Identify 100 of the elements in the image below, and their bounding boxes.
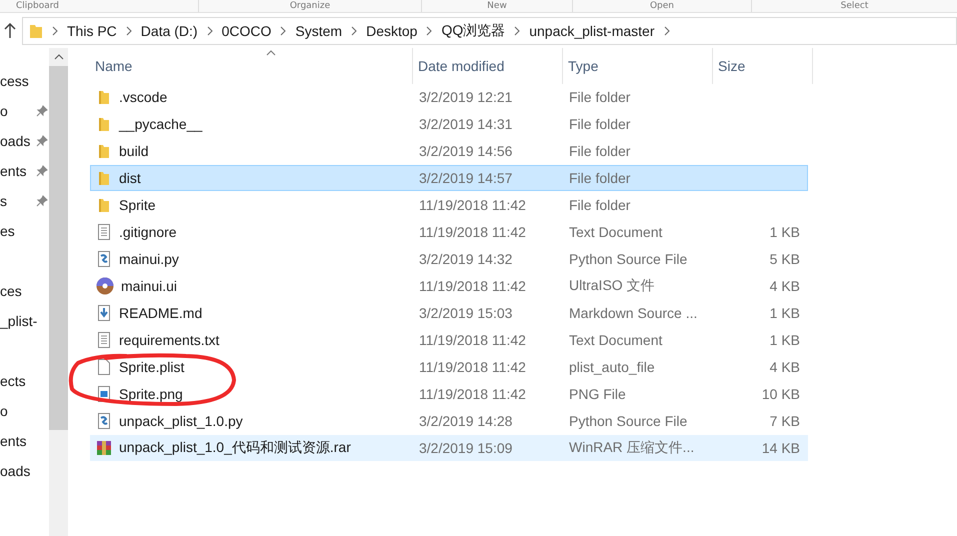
sidebar-item[interactable]: s [0, 193, 7, 209]
folder-icon [96, 197, 112, 213]
date-modified: 11/19/2018 11:42 [419, 278, 526, 294]
column-header[interactable]: Date modified [413, 48, 563, 84]
date-modified: 3/2/2019 14:28 [419, 413, 512, 429]
breadcrumb[interactable]: QQ浏览器 [441, 22, 506, 40]
scroll-up-icon[interactable] [54, 54, 64, 60]
address-bar[interactable]: This PC Data (D:) 0COCO System Desktop QQ浏览器 unpack_plist-master [22, 17, 957, 45]
scrollbar-thumb[interactable] [49, 66, 68, 430]
file-row[interactable]: README.md 3/2/2019 15:03 Markdown Source ... 1 KB [90, 300, 808, 326]
sidebar-item[interactable]: ents [0, 433, 26, 449]
ribbon-group-label: Open [573, 0, 752, 12]
file-type: Python Source File [569, 413, 688, 429]
breadcrumb[interactable]: unpack_plist-master [529, 23, 654, 39]
sidebar-item[interactable]: es [0, 223, 15, 239]
file-type: File folder [569, 197, 630, 213]
breadcrumb[interactable]: 0COCO [222, 23, 272, 39]
file-name: mainui.ui [121, 278, 178, 294]
file-row[interactable]: mainui.py 3/2/2019 14:32 Python Source File 5 KB [90, 246, 808, 272]
chevron-icon[interactable] [514, 26, 520, 36]
file-row[interactable]: unpack_plist_1.0_代码和测试资源.rar 3/2/2019 15:09 WinRAR 压缩文件... 14 KB [90, 435, 808, 461]
sidebar-item[interactable]: oads [0, 133, 30, 149]
date-modified: 3/2/2019 15:03 [419, 305, 512, 321]
date-modified: 11/19/2018 11:42 [419, 197, 526, 213]
chevron-icon[interactable] [126, 26, 132, 36]
blank-file-icon [96, 359, 112, 375]
file-type: File folder [569, 89, 630, 105]
ribbon-group-label: New [422, 0, 573, 12]
file-size: 4 KB [770, 278, 800, 294]
chevron-icon[interactable] [280, 26, 286, 36]
pin-icon [36, 165, 48, 177]
chevron-icon[interactable] [664, 26, 670, 36]
folder-icon [96, 89, 112, 105]
file-type: Markdown Source ... [569, 305, 698, 321]
date-modified: 11/19/2018 11:42 [419, 224, 526, 240]
file-row[interactable]: .vscode 3/2/2019 12:21 File folder [90, 84, 808, 110]
file-type: Text Document [569, 332, 662, 348]
chevron-icon[interactable] [351, 26, 358, 36]
file-name: README.md [119, 305, 202, 321]
file-type: File folder [569, 170, 630, 186]
sidebar-item[interactable]: o [0, 403, 8, 419]
file-row[interactable]: Sprite.png 11/19/2018 11:42 PNG File 10 KB [90, 381, 808, 407]
file-type: File folder [569, 143, 630, 159]
sidebar-item[interactable]: ects [0, 373, 26, 389]
archive-icon [96, 440, 112, 456]
chevron-icon[interactable] [52, 26, 58, 36]
date-modified: 3/2/2019 15:09 [419, 440, 512, 456]
file-type: UltraISO 文件 [569, 277, 655, 295]
column-header[interactable]: Name [90, 48, 413, 84]
date-modified: 3/2/2019 12:21 [419, 89, 512, 105]
breadcrumb[interactable]: System [295, 23, 342, 39]
up-arrow-icon[interactable] [4, 23, 16, 39]
file-name: Sprite.plist [119, 359, 184, 375]
sidebar-item[interactable]: _plist- [0, 313, 38, 329]
ribbon-group-label: Organize [199, 0, 422, 12]
sidebar-item[interactable]: o [0, 103, 8, 119]
sidebar-item[interactable]: oads [0, 463, 30, 479]
breadcrumb[interactable]: Desktop [366, 23, 418, 39]
folder-icon [96, 170, 112, 186]
pin-icon [36, 135, 48, 147]
file-type: WinRAR 压缩文件... [569, 439, 694, 457]
file-name: dist [119, 170, 141, 186]
file-name: unpack_plist_1.0_代码和测试资源.rar [119, 439, 351, 457]
breadcrumb[interactable]: Data (D:) [140, 23, 198, 39]
file-size: 7 KB [770, 413, 800, 429]
disc-icon [96, 277, 114, 295]
sidebar-item[interactable]: ces [0, 283, 22, 299]
sort-caret-icon [266, 50, 276, 56]
date-modified: 3/2/2019 14:57 [419, 170, 512, 186]
file-size: 1 KB [770, 305, 800, 321]
scrollbar[interactable] [49, 48, 68, 536]
file-type: File folder [569, 116, 630, 132]
column-header[interactable]: Type [563, 48, 713, 84]
file-row[interactable]: build 3/2/2019 14:56 File folder [90, 138, 808, 164]
file-size: 14 KB [762, 440, 800, 456]
file-name: mainui.py [119, 251, 179, 267]
column-header[interactable]: Size [713, 48, 813, 84]
chevron-icon[interactable] [206, 26, 213, 36]
file-row[interactable]: Sprite.plist 11/19/2018 11:42 plist_auto_file 4 KB [90, 354, 808, 380]
breadcrumb[interactable]: This PC [67, 23, 117, 39]
file-size: 4 KB [770, 359, 800, 375]
file-row[interactable]: unpack_plist_1.0.py 3/2/2019 14:28 Python Source File 7 KB [90, 408, 808, 434]
date-modified: 3/2/2019 14:31 [419, 116, 512, 132]
sidebar-item[interactable]: ents [0, 163, 26, 179]
file-row[interactable]: .gitignore 11/19/2018 11:42 Text Document 1 KB [90, 219, 808, 245]
python-file-icon [96, 251, 112, 267]
file-row[interactable]: mainui.ui 11/19/2018 11:42 UltraISO 文件 4 KB [90, 273, 808, 299]
file-row[interactable]: __pycache__ 3/2/2019 14:31 File folder [90, 111, 808, 137]
file-size: 10 KB [762, 386, 800, 402]
pin-icon [36, 105, 48, 117]
chevron-icon[interactable] [426, 26, 432, 36]
date-modified: 11/19/2018 11:42 [419, 332, 526, 348]
file-row[interactable]: dist 3/2/2019 14:57 File folder [90, 165, 808, 191]
sidebar-item[interactable]: cess [0, 73, 29, 89]
date-modified: 3/2/2019 14:56 [419, 143, 512, 159]
ribbon-group-label: Clipboard [0, 0, 199, 12]
file-row[interactable]: Sprite 11/19/2018 11:42 File folder [90, 192, 808, 218]
file-type: Python Source File [569, 251, 688, 267]
text-document-icon [96, 224, 112, 240]
file-row[interactable]: requirements.txt 11/19/2018 11:42 Text Document 1 KB [90, 327, 808, 353]
